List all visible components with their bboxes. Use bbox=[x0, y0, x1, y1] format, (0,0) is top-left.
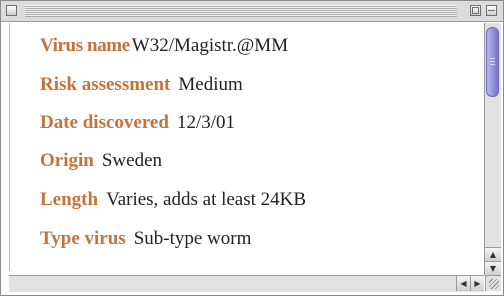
zoom-box-icon[interactable] bbox=[470, 5, 481, 16]
field-value: Medium bbox=[178, 74, 243, 95]
vertical-scrollbar[interactable]: ▲ ▼ bbox=[484, 23, 501, 275]
field-label: Origin bbox=[40, 150, 94, 171]
arrow-down-icon[interactable]: ▼ bbox=[485, 261, 501, 275]
arrow-right-icon[interactable]: ▶ bbox=[470, 276, 484, 291]
field-risk-assessment: Risk assessment Medium bbox=[40, 74, 243, 96]
field-date-discovered: Date discovered 12/3/01 bbox=[40, 112, 235, 134]
horizontal-scrollbar[interactable]: ◀ ▶ bbox=[9, 275, 484, 292]
arrow-left-icon[interactable]: ◀ bbox=[456, 276, 470, 291]
field-value: 12/3/01 bbox=[176, 112, 235, 133]
field-label: Date discovered bbox=[40, 112, 169, 133]
field-origin: Origin Sweden bbox=[40, 150, 162, 172]
field-value: Sweden bbox=[101, 150, 162, 171]
field-virus-name: Virus name W32/Magistr.@MM bbox=[40, 35, 288, 57]
vertical-scroll-thumb[interactable] bbox=[486, 27, 499, 97]
title-bar-stripes bbox=[25, 5, 457, 17]
virus-info-window: Virus name W32/Magistr.@MM Risk assessmen… bbox=[0, 0, 504, 296]
close-box-icon[interactable] bbox=[6, 5, 17, 16]
field-type-virus: Type virus Sub-type worm bbox=[40, 228, 251, 250]
field-label: Length bbox=[40, 189, 99, 210]
field-value: Varies, adds at least 24KB bbox=[106, 189, 307, 210]
field-label: Risk assessment bbox=[40, 74, 171, 95]
arrow-up-icon[interactable]: ▲ bbox=[485, 247, 501, 261]
field-value: Sub-type worm bbox=[133, 228, 252, 249]
collapse-box-icon[interactable] bbox=[486, 5, 497, 16]
resize-grip-icon[interactable] bbox=[485, 275, 501, 291]
field-label: Type virus bbox=[40, 228, 126, 249]
field-label: Virus name bbox=[40, 35, 130, 56]
title-bar[interactable] bbox=[1, 1, 503, 22]
virus-details-panel: Virus name W32/Magistr.@MM Risk assessmen… bbox=[9, 23, 484, 271]
field-value: W32/Magistr.@MM bbox=[131, 35, 289, 56]
field-length: Length Varies, adds at least 24KB bbox=[40, 189, 306, 211]
